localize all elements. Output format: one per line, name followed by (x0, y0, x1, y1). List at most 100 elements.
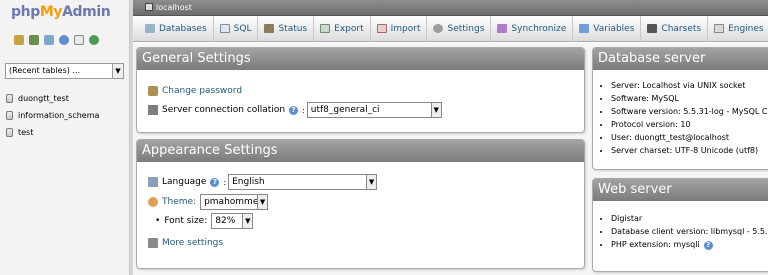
language-icon (148, 177, 158, 187)
select-separator: : (223, 177, 227, 187)
key-icon (148, 86, 158, 96)
navigation-panel: phpMyAdmin (Recent tables) ... ▼ duongtt… (0, 0, 130, 275)
tab-variables[interactable]: Variables (573, 15, 642, 42)
collation-select[interactable]: utf8_general_ci ▼ (306, 102, 442, 118)
web-server-panel: Web server Digistar Database client vers… (592, 178, 768, 272)
collation-label: Server connection collation (162, 105, 286, 115)
database-server-panel: Database server Server: Localhost via UN… (592, 47, 768, 170)
list-item: Server charset: UTF-8 Unicode (utf8) (611, 144, 767, 157)
collation-row: Server connection collation ? : utf8_gen… (148, 102, 442, 118)
logo-text-admin: Admin (62, 4, 111, 20)
database-name[interactable]: information_schema (18, 111, 99, 120)
tab-label: Status (278, 23, 308, 34)
database-icon (6, 128, 13, 137)
change-password-link[interactable]: Change password (162, 86, 242, 96)
collation-value: utf8_general_ci (310, 105, 380, 115)
server-link[interactable]: localhost (156, 3, 192, 12)
sql-icon (219, 24, 230, 33)
list-item: Server: Localhost via UNIX socket (611, 79, 767, 92)
chevron-down-icon[interactable]: ▼ (257, 195, 268, 209)
settings-icon (433, 24, 444, 33)
list-item: Database client version: libmysql - 5.5. (611, 225, 768, 238)
query-window-icon[interactable] (44, 35, 54, 45)
change-password-row: Change password (148, 86, 242, 96)
recent-tables-value: (Recent tables) ... (9, 66, 81, 75)
tab-charsets[interactable]: Charsets (641, 15, 709, 42)
tab-label: Import (390, 23, 421, 34)
server-breadcrumb: localhost (133, 0, 768, 16)
list-item: User: duongtt_test@localhost (611, 131, 767, 144)
tab-label: Export (334, 23, 364, 34)
database-list: duongtt_test information_schema test (6, 90, 99, 141)
status-icon (264, 24, 275, 33)
database-server-list: Server: Localhost via UNIX socket Softwa… (611, 79, 767, 157)
more-settings-link[interactable]: More settings (162, 238, 223, 248)
import-icon (376, 24, 387, 33)
tab-sql[interactable]: SQL (214, 15, 259, 42)
theme-select[interactable]: pmahomme ▼ (200, 194, 269, 210)
panel-title: Database server (593, 48, 768, 70)
docs-icon[interactable] (59, 35, 69, 45)
database-icon (6, 94, 13, 103)
help-icon[interactable]: ? (289, 105, 299, 115)
tab-label: SQL (233, 23, 252, 34)
list-item: PHP extension: mysqli? (611, 238, 768, 251)
phpmyadmin-logo[interactable]: phpMyAdmin (11, 4, 111, 20)
main-content: General Settings Change password Server … (133, 43, 768, 275)
tab-engines[interactable]: Engines (708, 16, 768, 42)
tab-synchronize[interactable]: Synchronize (491, 15, 574, 42)
home-icon[interactable] (14, 35, 24, 45)
collation-icon (148, 105, 158, 115)
list-item: Software: MySQL (611, 92, 767, 105)
tab-label: Engines (728, 23, 764, 34)
tab-import[interactable]: Import (371, 15, 428, 42)
reload-icon[interactable] (89, 35, 99, 45)
chevron-down-icon[interactable]: ▼ (112, 64, 123, 78)
database-item[interactable]: duongtt_test (6, 90, 99, 107)
php-extension-text: PHP extension: mysqli (611, 240, 700, 249)
server-icon (145, 3, 153, 11)
tab-label: Synchronize (511, 23, 567, 34)
databases-icon (145, 24, 155, 33)
theme-link[interactable]: Theme: (162, 197, 196, 207)
font-size-label: Font size: (164, 216, 208, 226)
font-size-row: • Font size: 82% ▼ (155, 213, 254, 229)
language-select[interactable]: English ▼ (228, 174, 378, 190)
language-value: English (232, 177, 265, 187)
tab-label: Variables (593, 23, 635, 34)
database-item[interactable]: information_schema (6, 107, 99, 124)
top-menu-tabs: Databases SQL Status Export Import Setti… (133, 15, 768, 42)
language-row: Language ? : English ▼ (148, 174, 378, 190)
charsets-icon (647, 24, 658, 33)
chevron-down-icon[interactable]: ▼ (366, 175, 377, 189)
theme-icon (148, 197, 158, 207)
recent-tables-select[interactable]: (Recent tables) ... ▼ (5, 63, 124, 79)
variables-icon (579, 24, 590, 33)
exit-icon[interactable] (29, 35, 39, 45)
tab-settings[interactable]: Settings (427, 15, 492, 42)
font-size-select[interactable]: 82% ▼ (211, 213, 254, 229)
chevron-down-icon[interactable]: ▼ (430, 103, 441, 117)
sql-docs-icon[interactable] (74, 35, 84, 45)
chevron-down-icon[interactable]: ▼ (242, 214, 253, 228)
navigation-icons (14, 35, 99, 45)
help-icon[interactable]: ? (703, 241, 713, 250)
tab-databases[interactable]: Databases (139, 15, 214, 42)
tab-export[interactable]: Export (314, 15, 371, 42)
database-name[interactable]: duongtt_test (18, 94, 69, 103)
tab-label: Settings (447, 23, 485, 34)
help-icon[interactable]: ? (210, 177, 220, 187)
list-item: Software version: 5.5.31-log - MySQL C (611, 105, 767, 118)
general-settings-panel: General Settings Change password Server … (136, 47, 585, 133)
logo-text-my: My (39, 4, 63, 20)
panel-title: Appearance Settings (137, 140, 584, 162)
tab-status[interactable]: Status (258, 15, 315, 42)
panel-title: General Settings (137, 48, 584, 70)
database-name[interactable]: test (18, 128, 33, 137)
database-item[interactable]: test (6, 124, 99, 141)
tab-label: Databases (159, 23, 207, 34)
language-label: Language (162, 177, 207, 187)
engines-icon (714, 24, 725, 33)
theme-value: pmahomme (204, 197, 259, 207)
select-separator: : (302, 105, 305, 115)
